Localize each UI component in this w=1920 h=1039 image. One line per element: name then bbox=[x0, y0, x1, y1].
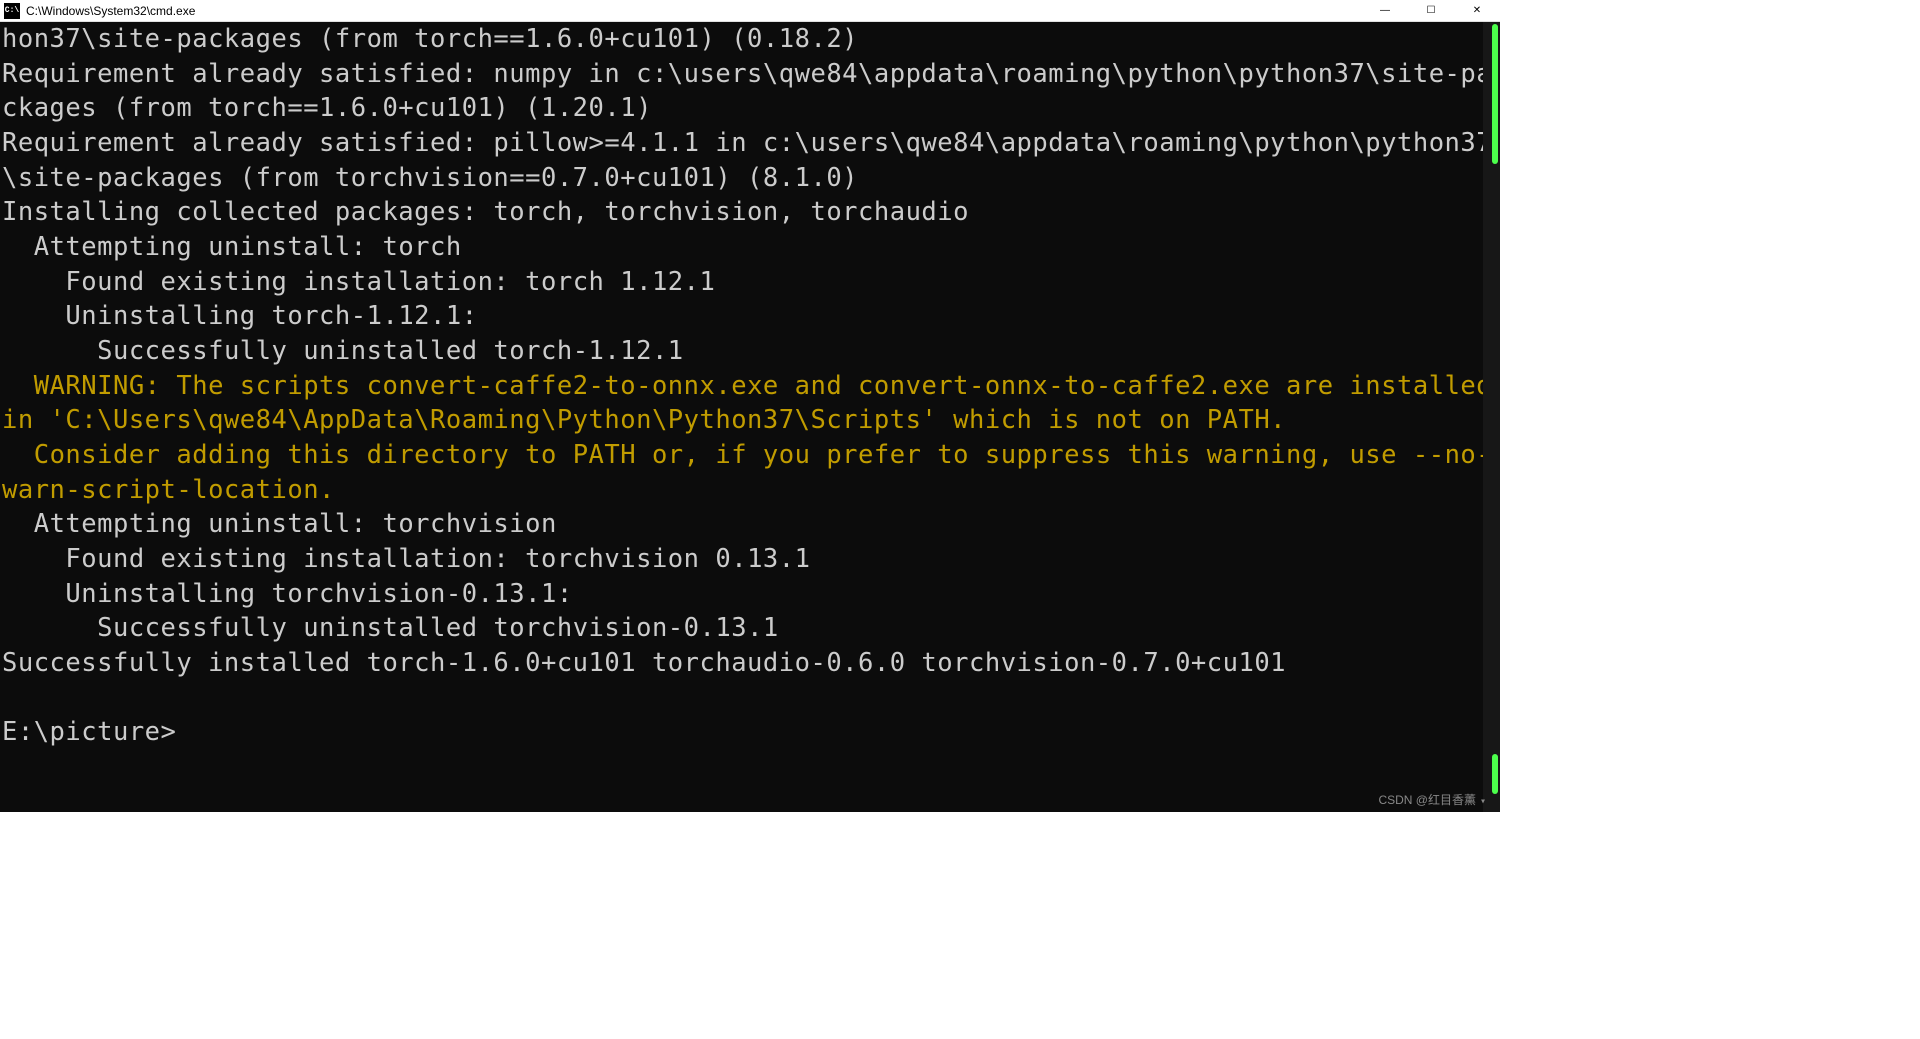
terminal-line: Installing collected packages: torch, to… bbox=[2, 197, 969, 227]
maximize-button[interactable]: ☐ bbox=[1408, 0, 1454, 21]
terminal-line: E:\picture> bbox=[2, 717, 176, 747]
watermark-arrow-icon: ▾ bbox=[1480, 796, 1486, 808]
terminal-line: Uninstalling torchvision-0.13.1: bbox=[2, 579, 573, 609]
terminal-line: Requirement already satisfied: pillow>=4… bbox=[2, 128, 1492, 193]
minimize-button[interactable]: — bbox=[1362, 0, 1408, 21]
terminal-line: Uninstalling torch-1.12.1: bbox=[2, 301, 478, 331]
terminal-line: WARNING: The scripts convert-caffe2-to-o… bbox=[2, 371, 1500, 436]
window-title: C:\Windows\System32\cmd.exe bbox=[26, 4, 1362, 18]
terminal-line: Successfully uninstalled torch-1.12.1 bbox=[2, 336, 684, 366]
terminal-line: Attempting uninstall: torchvision bbox=[2, 509, 557, 539]
terminal-line: Attempting uninstall: torch bbox=[2, 232, 462, 262]
window-controls: — ☐ ✕ bbox=[1362, 0, 1500, 21]
terminal-output: hon37\site-packages (from torch==1.6.0+c… bbox=[0, 22, 1500, 750]
terminal-window[interactable]: hon37\site-packages (from torch==1.6.0+c… bbox=[0, 22, 1500, 812]
terminal-line: Found existing installation: torchvision… bbox=[2, 544, 810, 574]
terminal-line: Successfully installed torch-1.6.0+cu101… bbox=[2, 648, 1286, 678]
terminal-line: Found existing installation: torch 1.12.… bbox=[2, 267, 715, 297]
scrollbar-track[interactable] bbox=[1483, 22, 1500, 812]
cmd-icon: C:\ bbox=[4, 3, 20, 19]
scrollbar[interactable] bbox=[1483, 22, 1500, 812]
watermark-text: CSDN @红目香薰 bbox=[1378, 791, 1476, 808]
close-button[interactable]: ✕ bbox=[1454, 0, 1500, 21]
window-titlebar: C:\ C:\Windows\System32\cmd.exe — ☐ ✕ bbox=[0, 0, 1500, 22]
scrollbar-thumb-indicator-top bbox=[1492, 24, 1498, 164]
terminal-line: Consider adding this directory to PATH o… bbox=[2, 440, 1492, 505]
terminal-line: Requirement already satisfied: numpy in … bbox=[2, 59, 1492, 124]
terminal-line: Successfully uninstalled torchvision-0.1… bbox=[2, 613, 779, 643]
scrollbar-thumb-indicator-bottom bbox=[1492, 754, 1498, 794]
terminal-line: hon37\site-packages (from torch==1.6.0+c… bbox=[2, 24, 858, 54]
